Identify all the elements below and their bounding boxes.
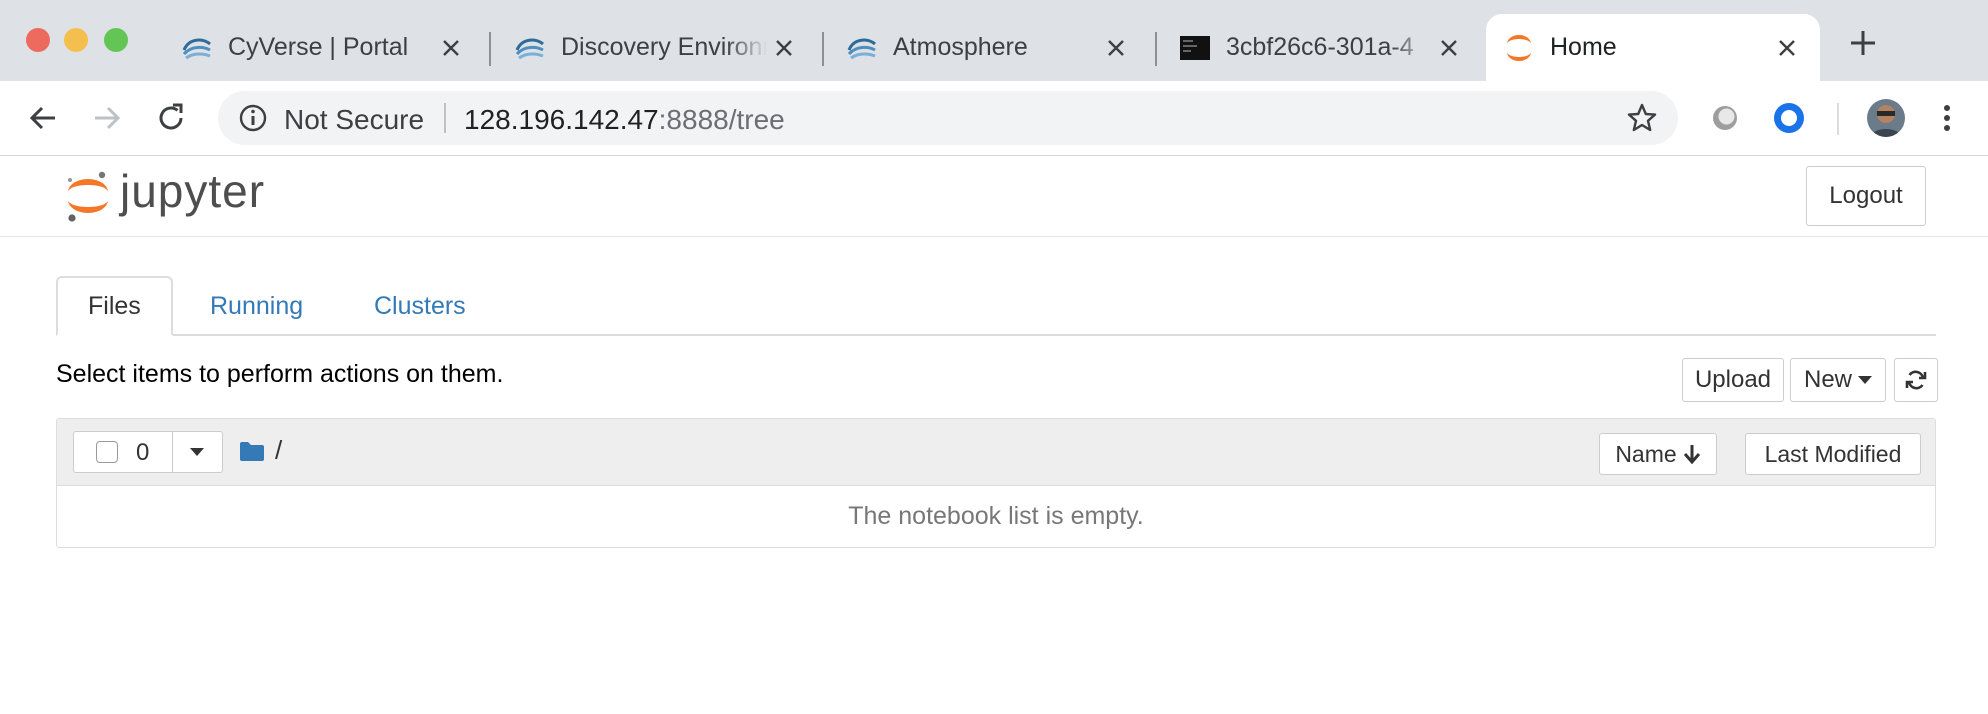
close-icon[interactable] [1432, 31, 1466, 65]
window-zoom-button[interactable] [104, 28, 128, 52]
empty-list-message: The notebook list is empty. [848, 501, 1144, 530]
reload-button[interactable] [150, 97, 192, 139]
close-icon[interactable] [1770, 31, 1804, 65]
back-button[interactable] [22, 97, 64, 139]
select-dropdown-button[interactable] [172, 432, 222, 472]
breadcrumb: / [239, 435, 282, 466]
tab-separator [822, 32, 824, 66]
close-icon[interactable] [1099, 31, 1133, 65]
caret-down-icon [1858, 376, 1872, 384]
bookmark-star-icon[interactable] [1626, 102, 1658, 134]
tab-clusters[interactable]: Clusters [344, 276, 496, 336]
address-url: 128.196.142.47:8888/tree [464, 104, 785, 136]
tab-title: Home [1550, 33, 1617, 61]
browser-tab-cyverse-portal[interactable]: CyVerse | Portal [164, 14, 484, 81]
logout-button[interactable]: Logout [1806, 166, 1926, 226]
window-minimize-button[interactable] [64, 28, 88, 52]
extension-button[interactable] [1708, 101, 1742, 135]
browser-tab-atmosphere[interactable]: Atmosphere [829, 14, 1149, 81]
jupyter-logo-text[interactable]: jupyter [120, 164, 265, 218]
notebook-list: 0 / Name Last Modified The notebook list… [56, 418, 1936, 548]
browser-tab-terminal[interactable]: 3cbf26c6-301a-4 [1162, 14, 1482, 81]
address-separator [444, 103, 446, 133]
info-icon[interactable] [238, 103, 268, 133]
browser-tab-home[interactable]: Home [1486, 14, 1820, 81]
arrow-left-icon [29, 106, 55, 130]
address-host: 128.196.142.47 [464, 104, 659, 135]
browser-tab-strip: CyVerse | Portal Discovery Environment A… [0, 0, 1988, 81]
address-path: :8888/tree [658, 104, 785, 135]
reload-icon [159, 103, 183, 130]
new-button-label: New [1803, 366, 1852, 393]
refresh-icon [1905, 370, 1927, 390]
security-status: Not Secure [284, 104, 425, 135]
extension-grey-icon [1713, 106, 1737, 130]
tab-files[interactable]: Files [56, 276, 173, 336]
jupyter-logo-icon [1502, 31, 1536, 65]
tab-running[interactable]: Running [180, 276, 333, 336]
tab-separator [1155, 32, 1157, 66]
arrow-right-icon [95, 106, 121, 130]
close-icon[interactable] [767, 31, 801, 65]
tab-separator [489, 32, 491, 66]
cyverse-logo-icon [513, 31, 547, 65]
selected-count: 0 [136, 439, 150, 466]
cyverse-logo-icon [845, 31, 879, 65]
terminal-icon [1178, 31, 1212, 65]
new-tab-button[interactable] [1846, 26, 1880, 60]
browser-toolbar: Not Secure 128.196.142.47:8888/tree [0, 81, 1988, 155]
window-close-button[interactable] [26, 28, 50, 52]
caret-down-icon [190, 448, 204, 456]
toolbar-separator [1837, 103, 1839, 135]
notebook-list-header: 0 / Name Last Modified [57, 419, 1935, 486]
sort-name-label: Name [1615, 440, 1677, 467]
instructions-text: Select items to perform actions on them. [56, 360, 504, 388]
profile-avatar-button[interactable] [1866, 98, 1906, 138]
browser-tab-discovery-environment[interactable]: Discovery Environment [497, 14, 817, 81]
tab-title: CyVerse | Portal [228, 33, 409, 61]
select-group: 0 [73, 431, 223, 473]
sort-by-name-button[interactable]: Name [1599, 433, 1717, 475]
select-all-checkbox[interactable] [96, 441, 118, 463]
breadcrumb-root-link[interactable]: / [275, 435, 282, 466]
tabs-baseline [56, 334, 1936, 336]
cyverse-logo-icon [180, 31, 214, 65]
tab-title: 3cbf26c6-301a-4 [1226, 33, 1414, 61]
avatar [1867, 99, 1905, 137]
select-all-toggle[interactable]: 0 [74, 432, 173, 472]
jupyter-logo-icon[interactable] [62, 166, 114, 226]
more-vertical-icon [1944, 105, 1950, 131]
address-bar[interactable]: Not Secure 128.196.142.47:8888/tree [218, 91, 1678, 145]
tab-title: Discovery Environment [561, 33, 767, 61]
extension-blue-ring-icon [1774, 103, 1804, 133]
close-icon[interactable] [434, 31, 468, 65]
arrow-down-icon [1683, 445, 1700, 464]
refresh-button[interactable] [1894, 358, 1938, 402]
jupyter-header: jupyter Logout [0, 156, 1988, 237]
sort-by-last-modified-button[interactable]: Last Modified [1745, 433, 1921, 475]
browser-menu-button[interactable] [1930, 101, 1964, 135]
extension-button[interactable] [1772, 101, 1806, 135]
new-button[interactable]: New [1790, 358, 1886, 402]
upload-button[interactable]: Upload [1682, 358, 1784, 402]
folder-icon[interactable] [239, 440, 265, 462]
forward-button[interactable] [86, 97, 128, 139]
plus-icon [1851, 31, 1875, 55]
tab-title: Atmosphere [893, 33, 1028, 61]
